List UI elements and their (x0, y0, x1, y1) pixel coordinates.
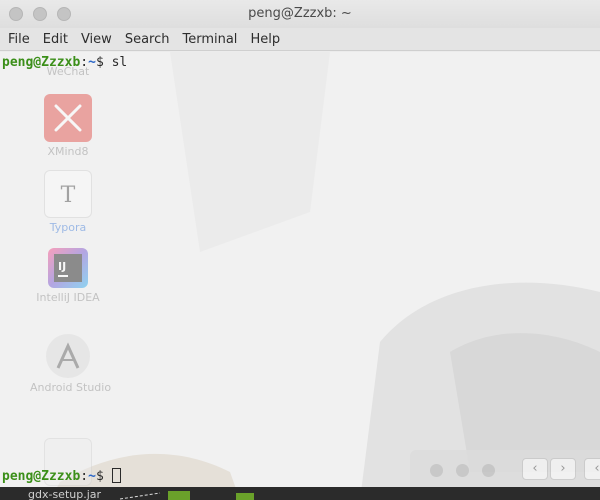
taskbar-file-label[interactable]: gdx-setup.jar (28, 488, 101, 500)
bg-maximize-icon (482, 464, 495, 477)
terminal-line-1: peng@Zzzxb:~$ sl (2, 55, 127, 71)
terminal-area[interactable]: WeChat XMind8 T Typora IJ IntelliJ IDEA … (0, 52, 600, 500)
desktop-icon-xmind[interactable]: XMind8 (40, 94, 96, 158)
terminal-line-2: peng@Zzzxb:~$ (2, 468, 121, 485)
bg-minimize-icon (456, 464, 469, 477)
menu-file[interactable]: File (3, 32, 35, 47)
prompt-path: ~ (88, 469, 96, 484)
svg-text:T: T (61, 183, 76, 208)
prompt-user: peng@Zzzxb (2, 469, 81, 484)
prompt-symbol: $ (95, 55, 112, 70)
typora-icon: T (44, 170, 92, 218)
intellij-icon: IJ (48, 248, 88, 288)
desktop-icon-intellij[interactable]: IJ IntelliJ IDEA (36, 248, 100, 304)
menu-search[interactable]: Search (120, 32, 175, 47)
menu-help[interactable]: Help (245, 32, 285, 47)
xmind-icon (44, 94, 92, 142)
back-arrow-icon: ‹ (522, 458, 548, 480)
terminal-command: sl (111, 55, 128, 70)
menu-bar: File Edit View Search Terminal Help (0, 28, 600, 51)
menu-edit[interactable]: Edit (38, 32, 73, 47)
desktop-icon-android-studio[interactable]: Android Studio (30, 334, 111, 394)
prompt-path: ~ (88, 55, 96, 70)
android-studio-icon (46, 334, 90, 378)
menu-view[interactable]: View (76, 32, 117, 47)
prompt-user: peng@Zzzxb (2, 55, 81, 70)
title-bar: peng@Zzzxb: ~ (0, 0, 600, 28)
desktop-icon-typora[interactable]: T Typora (40, 170, 96, 234)
menu-terminal[interactable]: Terminal (177, 32, 242, 47)
bg-close-icon (430, 464, 443, 477)
menu-arrow-icon: ‹ (584, 458, 600, 480)
window-title: peng@Zzzxb: ~ (248, 6, 352, 21)
prompt-symbol: $ (95, 469, 112, 484)
text-cursor (111, 468, 121, 483)
prompt-separator: : (80, 55, 89, 70)
prompt-separator: : (80, 469, 89, 484)
forward-arrow-icon: › (550, 458, 576, 480)
svg-text:IJ: IJ (58, 260, 66, 273)
